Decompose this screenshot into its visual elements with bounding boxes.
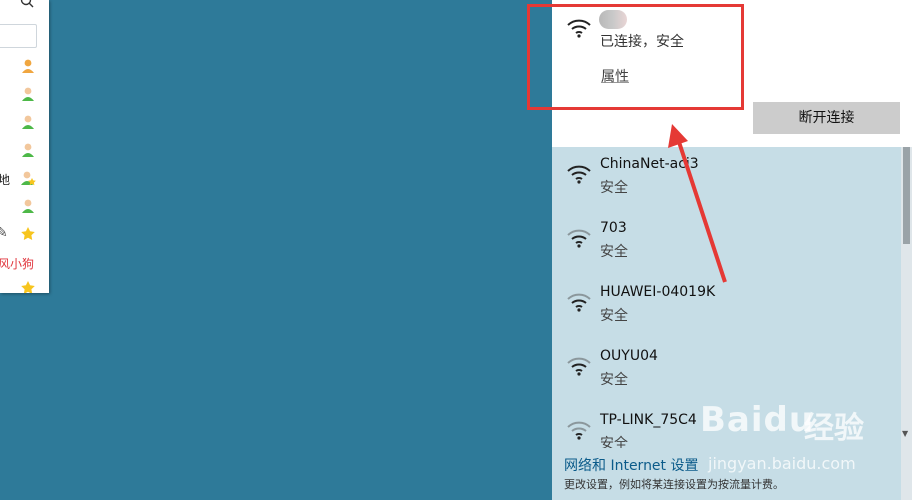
contact-green-icon xyxy=(22,115,34,129)
contact-green-icon xyxy=(22,143,34,157)
network-item[interactable]: 703 安全 xyxy=(552,211,901,275)
list-item[interactable] xyxy=(0,85,49,105)
wifi-secured-icon xyxy=(567,165,591,184)
network-security: 安全 xyxy=(600,180,628,196)
watermark-brand: Baidu xyxy=(700,400,815,440)
list-item[interactable] xyxy=(0,57,49,77)
list-item[interactable]: 地 xyxy=(0,169,49,189)
search-icon[interactable] xyxy=(20,0,34,8)
list-item[interactable] xyxy=(0,113,49,133)
wifi-secured-icon xyxy=(567,357,591,376)
contact-star-icon xyxy=(21,171,36,186)
network-item[interactable]: OUYU04 安全 xyxy=(552,339,901,403)
star-icon xyxy=(21,227,35,240)
list-item[interactable] xyxy=(0,197,49,217)
watermark-cn: 经验 xyxy=(804,411,864,446)
scroll-down-icon[interactable]: ▼ xyxy=(902,429,908,438)
network-security: 安全 xyxy=(600,308,628,324)
list-item-label: 风小狗 xyxy=(0,257,35,271)
network-ssid: 703 xyxy=(600,220,627,236)
wifi-secured-icon xyxy=(567,293,591,312)
list-item[interactable]: 风小狗 xyxy=(0,253,49,273)
list-item[interactable]: ✎ xyxy=(0,225,49,245)
list-item-label: 地 xyxy=(0,173,11,187)
highlight-box xyxy=(527,4,744,110)
network-ssid: OUYU04 xyxy=(600,348,658,364)
disconnect-button[interactable]: 断开连接 xyxy=(753,102,900,134)
network-ssid: TP-LINK_75C4 xyxy=(600,412,697,428)
network-item[interactable]: HUAWEI-04019K 安全 xyxy=(552,275,901,339)
list-item[interactable] xyxy=(0,279,49,293)
edit-icon[interactable]: ✎ xyxy=(0,225,8,241)
network-ssid: HUAWEI-04019K xyxy=(600,284,716,300)
scroll-thumb[interactable] xyxy=(903,147,910,244)
contact-green-icon xyxy=(22,199,34,213)
contact-orange-icon xyxy=(22,59,34,73)
wifi-secured-icon xyxy=(567,229,591,248)
contact-green-icon xyxy=(22,87,34,101)
star-icon xyxy=(21,281,35,293)
list-item[interactable] xyxy=(0,141,49,161)
network-settings-link[interactable]: 网络和 Internet 设置 xyxy=(564,455,699,475)
network-ssid: ChinaNet-aci3 xyxy=(600,156,699,172)
network-list-scrollbar[interactable]: ▼ xyxy=(901,147,912,500)
network-security: 安全 xyxy=(600,372,628,388)
network-item[interactable]: ChinaNet-aci3 安全 xyxy=(552,147,901,211)
watermark-url: jingyan.baidu.com xyxy=(708,454,856,473)
baidu-watermark: Baidu 经验 jingyan.baidu.com xyxy=(700,400,900,490)
search-input[interactable] xyxy=(0,24,37,48)
network-security: 安全 xyxy=(600,244,628,260)
left-app-window: 地 ✎ 风小狗 xyxy=(0,0,49,293)
wifi-secured-icon xyxy=(567,421,591,440)
